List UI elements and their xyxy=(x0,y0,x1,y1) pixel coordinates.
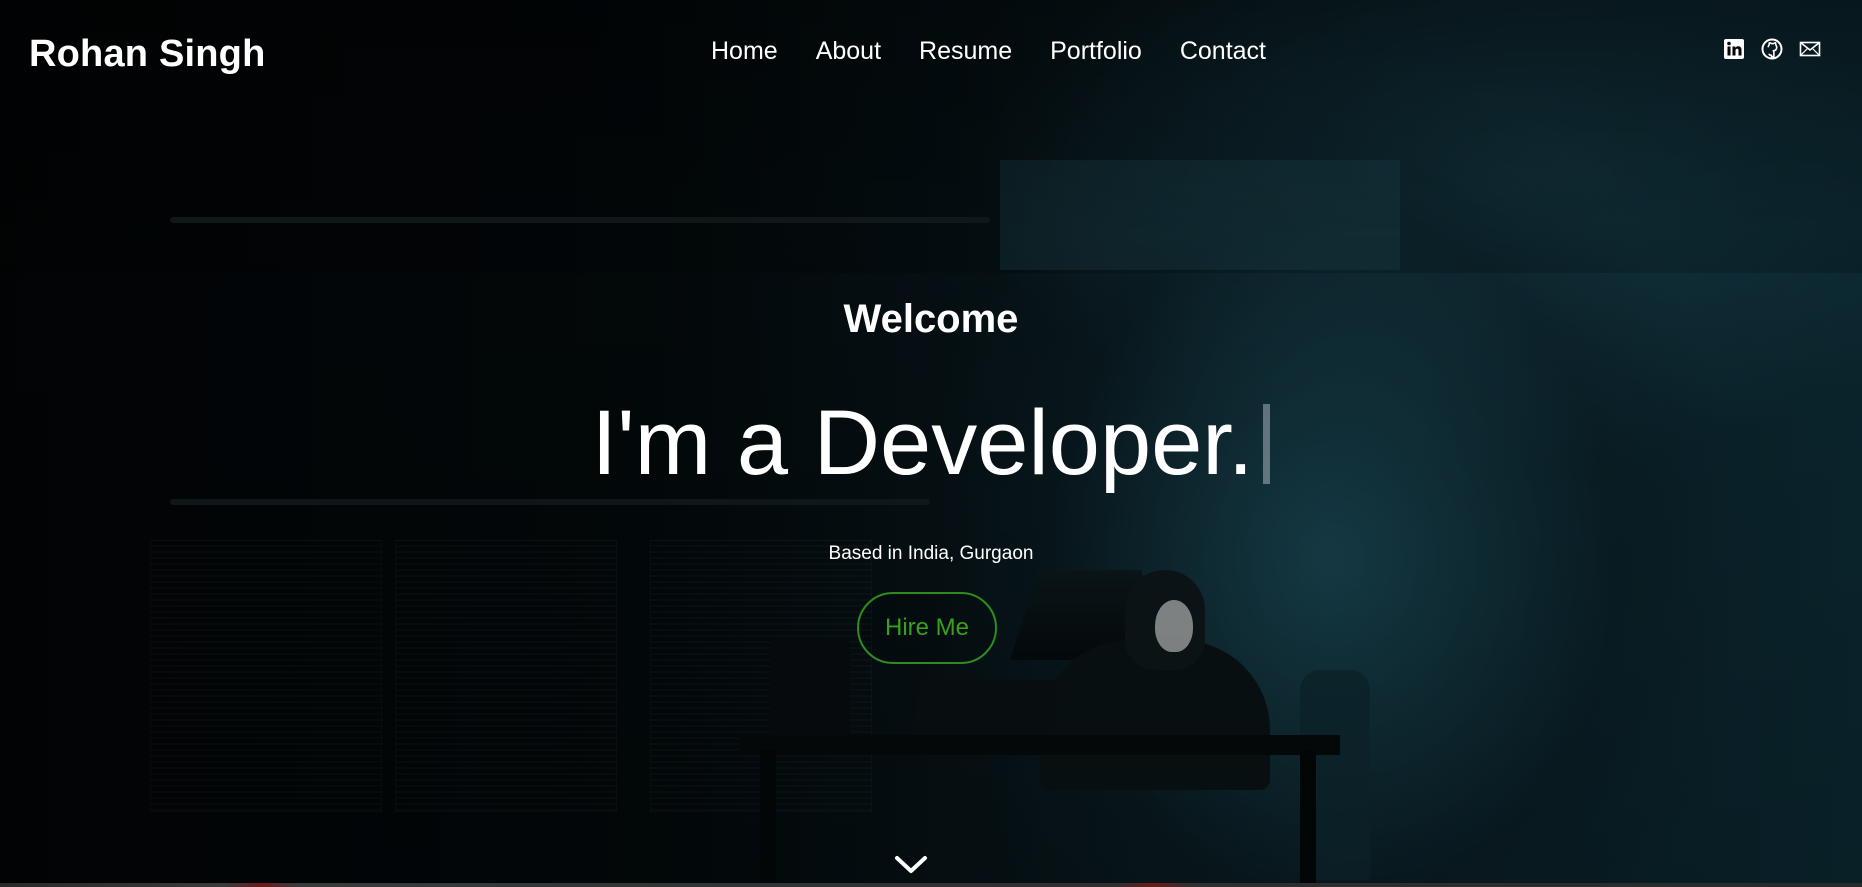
typing-cursor xyxy=(1263,404,1271,484)
nav-item-home[interactable]: Home xyxy=(711,36,797,66)
bottom-divider xyxy=(0,883,1862,887)
nav-item-resume[interactable]: Resume xyxy=(900,36,1031,66)
nav-item-about[interactable]: About xyxy=(797,36,900,66)
hero-section: Rohan Singh Home About Resume Portfolio … xyxy=(0,0,1862,887)
brand-logo[interactable]: Rohan Singh xyxy=(29,33,266,76)
social-links xyxy=(1723,38,1821,60)
typed-text: I'm a Developer. xyxy=(591,392,1254,494)
hire-me-button[interactable]: Hire Me xyxy=(857,592,997,664)
location-text: Based in India, Gurgaon xyxy=(828,543,1034,564)
chevron-down-icon[interactable] xyxy=(893,853,929,877)
mail-icon[interactable] xyxy=(1799,38,1821,60)
github-icon[interactable] xyxy=(1761,38,1783,60)
main-nav: Home About Resume Portfolio Contact xyxy=(711,36,1285,66)
nav-item-portfolio[interactable]: Portfolio xyxy=(1031,36,1161,66)
welcome-heading: Welcome xyxy=(843,297,1019,341)
hero-headline: I'm a Developer. xyxy=(0,393,1862,493)
nav-item-contact[interactable]: Contact xyxy=(1161,36,1285,66)
linkedin-icon[interactable] xyxy=(1723,38,1745,60)
